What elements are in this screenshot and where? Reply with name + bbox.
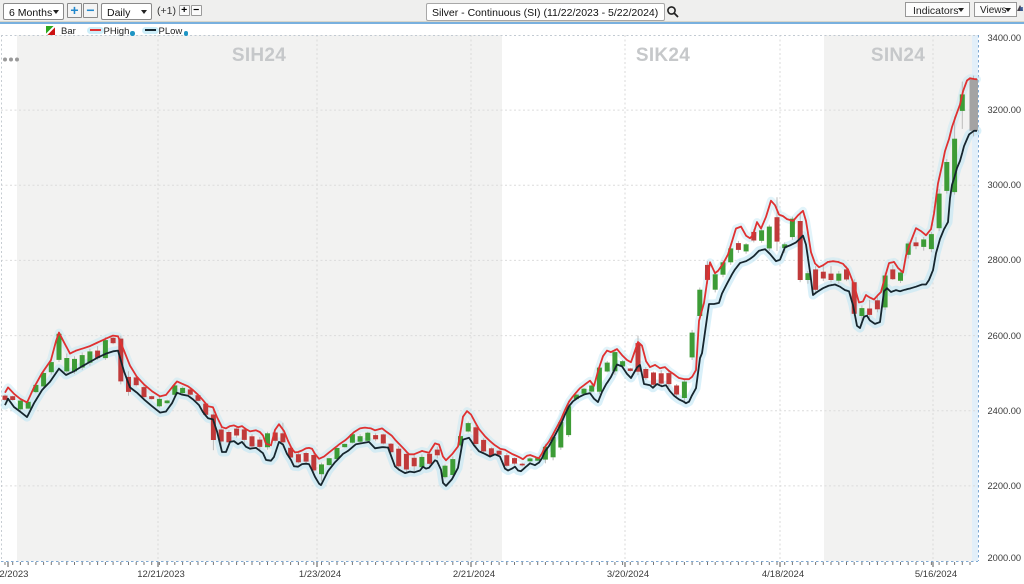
svg-text:3200.00: 3200.00 bbox=[988, 105, 1022, 115]
svg-text:11/22/2023: 11/22/2023 bbox=[0, 569, 28, 580]
svg-text:3/20/2024: 3/20/2024 bbox=[607, 569, 649, 580]
svg-text:SIK24: SIK24 bbox=[636, 45, 690, 66]
svg-text:2400.00: 2400.00 bbox=[988, 406, 1022, 416]
svg-text:12/21/2023: 12/21/2023 bbox=[137, 569, 185, 580]
svg-text:2200.00: 2200.00 bbox=[988, 481, 1022, 491]
svg-text:2800.00: 2800.00 bbox=[988, 255, 1022, 265]
svg-text:2/21/2024: 2/21/2024 bbox=[453, 569, 495, 580]
svg-text:SIN24: SIN24 bbox=[871, 45, 925, 66]
svg-text:1/23/2024: 1/23/2024 bbox=[299, 569, 341, 580]
svg-text:5/16/2024: 5/16/2024 bbox=[915, 569, 957, 580]
svg-text:2600.00: 2600.00 bbox=[988, 331, 1022, 341]
svg-text:SIH24: SIH24 bbox=[232, 45, 286, 66]
svg-text:3000.00: 3000.00 bbox=[988, 180, 1022, 190]
svg-text:2000.00: 2000.00 bbox=[988, 553, 1022, 563]
svg-text:3400.00: 3400.00 bbox=[988, 33, 1022, 43]
svg-text:4/18/2024: 4/18/2024 bbox=[762, 569, 804, 580]
